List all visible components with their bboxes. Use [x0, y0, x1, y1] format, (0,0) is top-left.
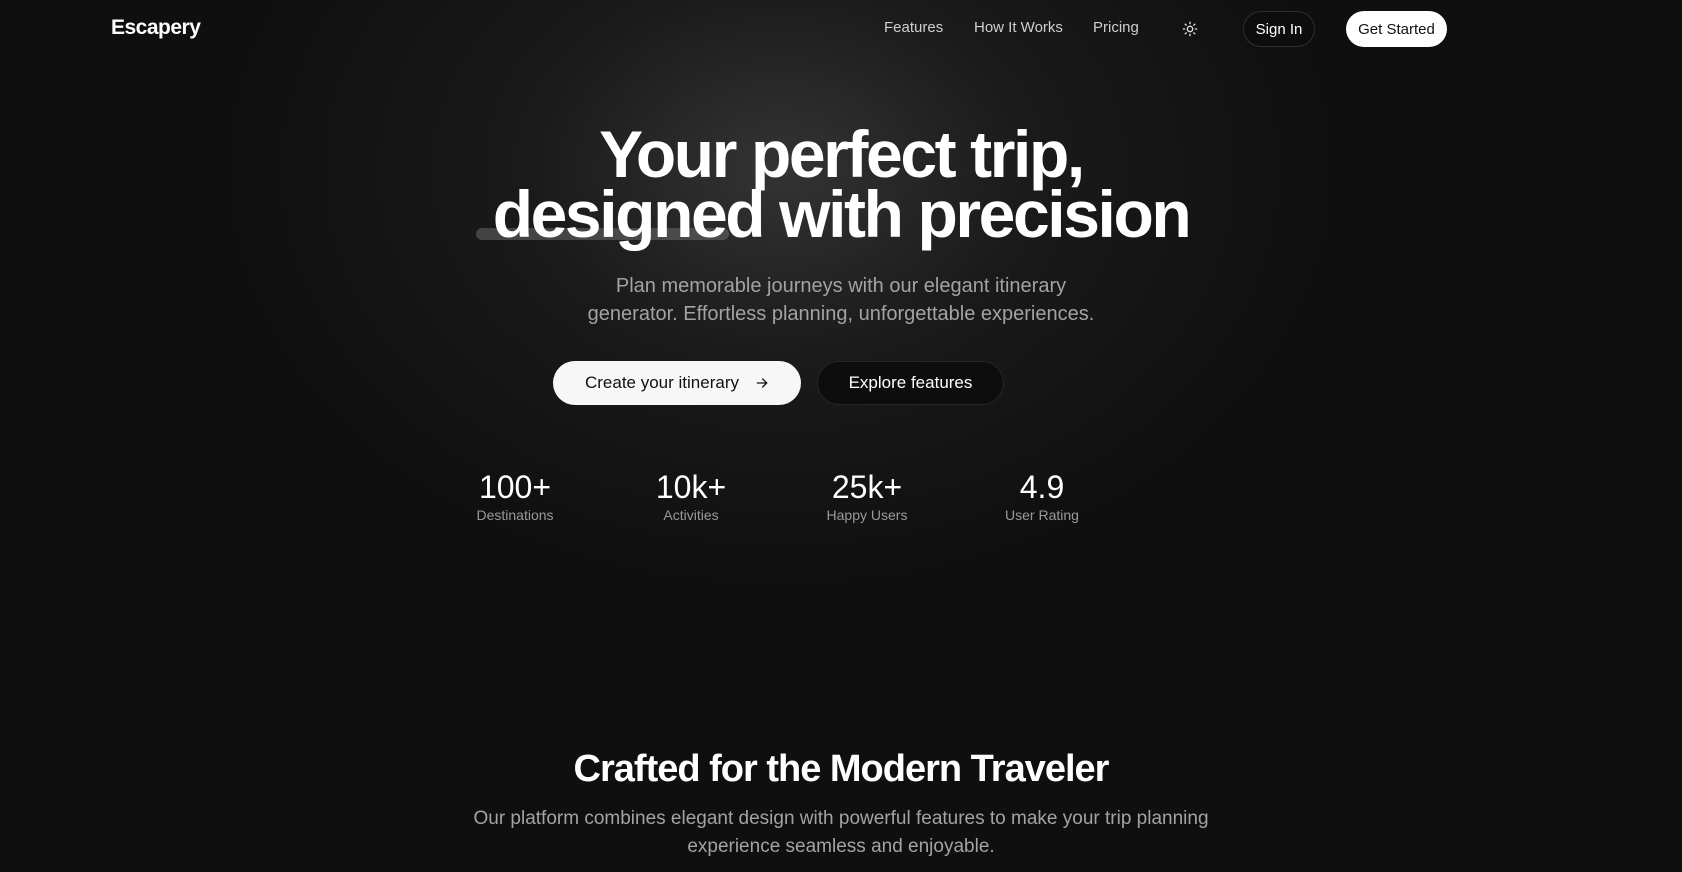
- stat-activities: 10k+ Activities: [621, 468, 761, 524]
- hero-title-line-2: designed with precision: [492, 177, 1192, 251]
- create-itinerary-button[interactable]: Create your itinerary: [553, 361, 801, 405]
- top-navbar: Escapery Features How It Works Pricing S…: [0, 0, 1682, 58]
- create-itinerary-label: Create your itinerary: [584, 373, 739, 392]
- stat-happy-users: 25k+ Happy Users: [797, 468, 937, 524]
- stat-destinations: 100+ Destinations: [445, 468, 585, 524]
- stat-label: Happy Users: [826, 507, 908, 523]
- hero-subtitle-line-2: generator. Effortless planning, unforget…: [587, 303, 1095, 325]
- stat-label: Destinations: [476, 507, 554, 523]
- get-started-button[interactable]: Get Started: [1346, 11, 1447, 47]
- stat-label: User Rating: [1005, 507, 1079, 523]
- stat-user-rating: 4.9 User Rating: [972, 468, 1112, 524]
- stat-value: 100+: [478, 469, 552, 505]
- features-section-subtitle: Our platform combines elegant design wit…: [391, 805, 1291, 861]
- hero-title: Your perfect trip, designed with precisi…: [391, 117, 1291, 251]
- features-subtitle-line-2: experience seamless and enjoyable.: [687, 836, 995, 857]
- theme-toggle-button[interactable]: [1178, 17, 1202, 41]
- stat-value: 25k+: [831, 469, 903, 505]
- features-subtitle-line-1: Our platform combines elegant design wit…: [473, 808, 1209, 829]
- features-section-title: Crafted for the Modern Traveler: [573, 748, 1110, 790]
- sun-icon: [1182, 21, 1198, 37]
- stat-label: Activities: [663, 507, 719, 523]
- brand-logo[interactable]: Escapery: [111, 16, 201, 40]
- arrow-right-icon: [756, 378, 768, 388]
- nav-link-pricing[interactable]: Pricing: [1093, 19, 1139, 36]
- sign-in-button[interactable]: Sign In: [1243, 11, 1315, 47]
- hero-subtitle-line-1: Plan memorable journeys with our elegant…: [615, 275, 1067, 297]
- nav-link-features[interactable]: Features: [884, 19, 943, 36]
- nav-link-how-it-works[interactable]: How It Works: [974, 19, 1063, 36]
- explore-features-button[interactable]: Explore features: [817, 361, 1004, 405]
- hero-subtitle: Plan memorable journeys with our elegant…: [491, 272, 1191, 328]
- hero-title-line-1: Your perfect trip,: [599, 117, 1085, 191]
- stat-value: 4.9: [1019, 469, 1065, 505]
- stat-value: 10k+: [655, 469, 727, 505]
